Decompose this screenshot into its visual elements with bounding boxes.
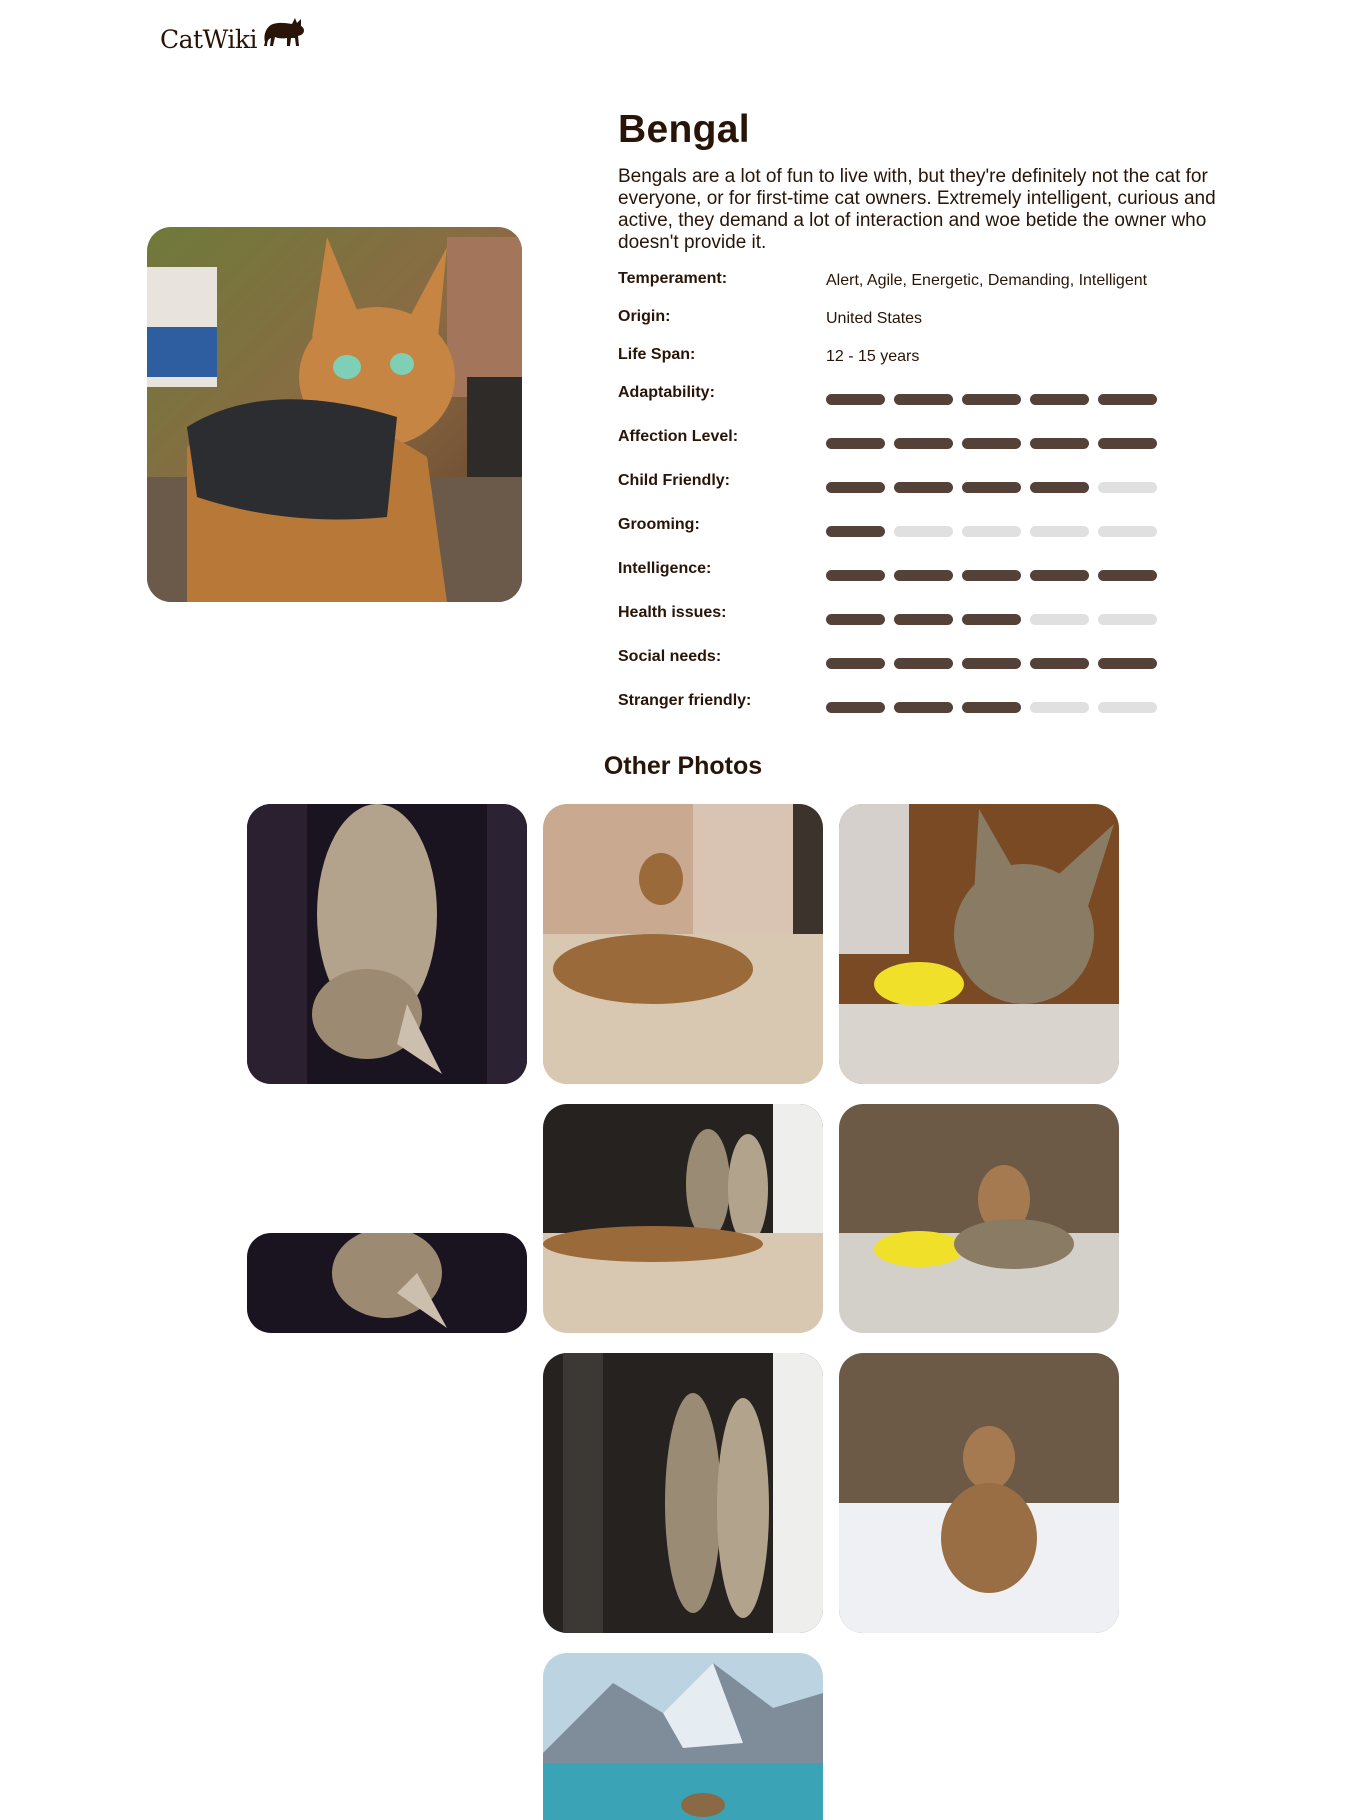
rating-segment xyxy=(962,614,1021,625)
stranger-friendly-rating xyxy=(826,702,1157,713)
adaptability-rating xyxy=(826,394,1157,405)
affection-level-label: Affection Level: xyxy=(618,428,739,445)
rating-segment xyxy=(826,438,885,449)
affection-level-rating xyxy=(826,438,1157,449)
rating-segment xyxy=(1030,394,1089,405)
rating-segment xyxy=(1030,570,1089,581)
stranger-friendly-label: Stranger friendly: xyxy=(618,692,752,709)
photo-two-cats-and-bed-loading xyxy=(543,1104,823,1333)
health-issues-rating xyxy=(826,614,1157,625)
photo-cat-in-snow xyxy=(839,1353,1119,1633)
catwiki-logo[interactable]: CatWiki xyxy=(160,8,309,52)
child-friendly-rating xyxy=(826,482,1157,493)
temperament-label: Temperament: xyxy=(618,270,728,287)
rating-segment xyxy=(962,702,1021,713)
grooming-label: Grooming: xyxy=(618,516,700,533)
rating-segment xyxy=(962,658,1021,669)
origin-label: Origin: xyxy=(618,308,671,325)
rating-segment xyxy=(962,570,1021,581)
rating-segment xyxy=(826,570,885,581)
rating-segment xyxy=(962,526,1021,537)
rating-segment xyxy=(826,394,885,405)
breed-main-photo xyxy=(147,227,522,602)
rating-segment xyxy=(894,438,953,449)
rating-segment xyxy=(1098,702,1157,713)
breed-name: Bengal xyxy=(618,108,750,151)
rating-segment xyxy=(1030,526,1089,537)
rating-segment xyxy=(826,658,885,669)
rating-segment xyxy=(894,570,953,581)
rating-segment xyxy=(826,614,885,625)
temperament-value: Alert, Agile, Energetic, Demanding, Inte… xyxy=(826,272,1148,289)
rating-segment xyxy=(962,438,1021,449)
rating-segment xyxy=(1098,658,1157,669)
life-span-value: 12 - 15 years xyxy=(826,348,920,365)
rating-segment xyxy=(894,614,953,625)
photo-cat-with-feather xyxy=(839,804,1119,1084)
rating-segment xyxy=(894,482,953,493)
rating-segment xyxy=(894,394,953,405)
intelligence-rating xyxy=(826,570,1157,581)
rating-segment xyxy=(894,526,953,537)
rating-segment xyxy=(1098,394,1157,405)
rating-segment xyxy=(826,482,885,493)
social-needs-rating xyxy=(826,658,1157,669)
life-span-label: Life Span: xyxy=(618,346,696,363)
grooming-rating xyxy=(826,526,1157,537)
rating-segment xyxy=(1030,482,1089,493)
breed-description: Bengals are a lot of fun to live with, b… xyxy=(618,166,1216,253)
photo-cat-on-bed xyxy=(543,804,823,1084)
health-issues-label: Health issues: xyxy=(618,604,727,621)
rating-segment xyxy=(1098,614,1157,625)
rating-segment xyxy=(1098,438,1157,449)
origin-value: United States xyxy=(826,310,923,327)
rating-segment xyxy=(1030,438,1089,449)
photo-upside-down-cat-partial xyxy=(247,1233,527,1333)
rating-segment xyxy=(1098,526,1157,537)
adaptability-label: Adaptability: xyxy=(618,384,715,401)
rating-segment xyxy=(826,702,885,713)
rating-segment xyxy=(1098,482,1157,493)
social-needs-label: Social needs: xyxy=(618,648,722,665)
photo-cat-in-forest-loading xyxy=(839,1104,1119,1333)
logo-text: CatWiki xyxy=(160,25,257,54)
intelligence-label: Intelligence: xyxy=(618,560,712,577)
rating-segment xyxy=(962,394,1021,405)
rating-segment xyxy=(1098,570,1157,581)
cat-silhouette-icon xyxy=(263,18,304,46)
photo-upside-down-cat xyxy=(247,804,527,1084)
photo-two-cats-at-window xyxy=(543,1353,823,1633)
rating-segment xyxy=(962,482,1021,493)
other-photos-title: Other Photos xyxy=(603,752,763,780)
rating-segment xyxy=(1030,614,1089,625)
rating-segment xyxy=(1030,658,1089,669)
rating-segment xyxy=(894,702,953,713)
rating-segment xyxy=(1030,702,1089,713)
photo-cat-by-mountain-lake xyxy=(543,1653,823,1820)
rating-segment xyxy=(894,658,953,669)
rating-segment xyxy=(826,526,885,537)
child-friendly-label: Child Friendly: xyxy=(618,472,730,489)
